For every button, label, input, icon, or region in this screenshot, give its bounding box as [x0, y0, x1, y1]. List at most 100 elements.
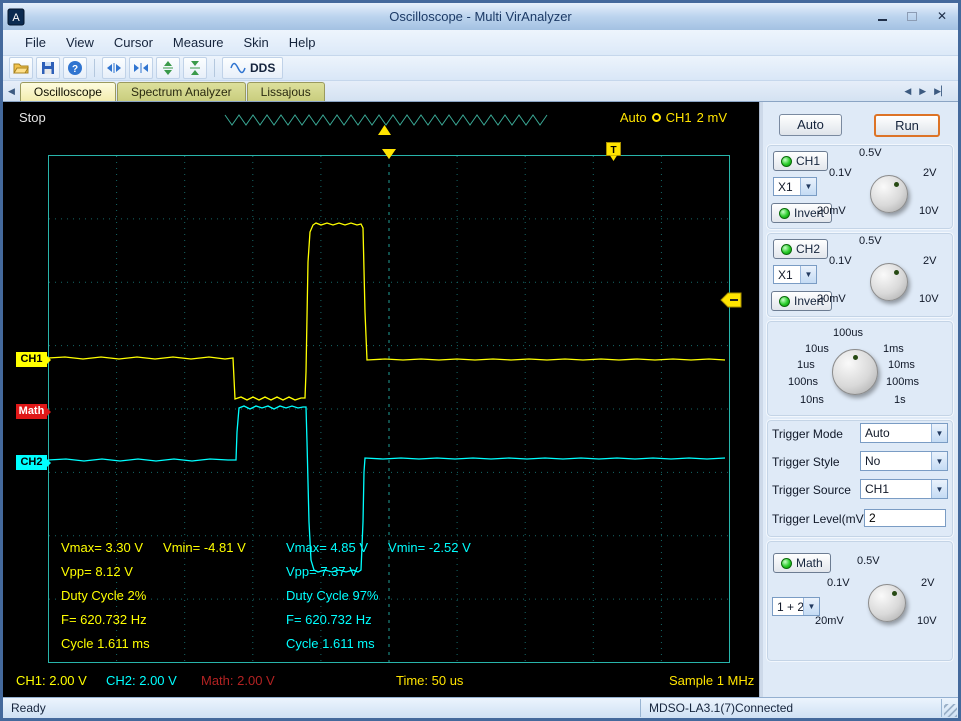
- time-label: 10ns: [800, 394, 824, 406]
- time-label: 100ms: [886, 376, 920, 388]
- h-expand-icon: [107, 63, 121, 73]
- ch1-volt-label: 20mV: [817, 205, 846, 217]
- app-window: A Oscilloscope - Multi VirAnalyzer ✕ Fil…: [0, 0, 961, 721]
- tab-spectrum-analyzer[interactable]: Spectrum Analyzer: [116, 82, 246, 101]
- math-volts-knob[interactable]: [868, 584, 906, 622]
- save-button[interactable]: [36, 57, 60, 79]
- ch2-vpp: Vpp= 7.37 V: [286, 564, 358, 579]
- maximize-button[interactable]: [900, 7, 924, 25]
- status-device: MDSO-LA3.1(7)Connected: [640, 699, 942, 717]
- timebase-knob[interactable]: [832, 349, 878, 395]
- time-label: 10ms: [888, 359, 915, 371]
- scope-footer: CH1: 2.00 V CH2: 2.00 V Math: 2.00 V Tim…: [3, 673, 759, 695]
- v-compress-button[interactable]: [183, 57, 207, 79]
- knob-indicator-icon: [892, 591, 897, 596]
- trigger-mode-label: Trigger Mode: [772, 427, 843, 441]
- resize-grip[interactable]: [944, 704, 957, 717]
- v-expand-icon: [163, 61, 173, 75]
- math-scale-readout: Math: 2.00 V: [201, 673, 275, 688]
- math-led-icon: [781, 557, 792, 569]
- sample-rate-readout: Sample 1 MHz: [669, 673, 755, 688]
- menu-view[interactable]: View: [56, 31, 104, 54]
- tab-nav-prev-icon[interactable]: ◀: [904, 86, 911, 97]
- ch1-cycle: Cycle 1.611 ms: [61, 636, 150, 651]
- ch1-trace: [47, 222, 726, 401]
- ch2-position-tag[interactable]: CH2: [16, 455, 47, 470]
- tabstrip: ◀ Oscilloscope Spectrum Analyzer Lissajo…: [3, 81, 958, 102]
- chevron-down-icon: ▼: [931, 424, 947, 442]
- ch1-led-icon: [781, 155, 792, 167]
- menubar: File View Cursor Measure Skin Help: [3, 30, 958, 56]
- close-button[interactable]: ✕: [930, 7, 954, 25]
- math-position-tag[interactable]: Math: [16, 404, 47, 419]
- run-button[interactable]: Run: [874, 114, 940, 137]
- tab-nav-next-icon[interactable]: ▶: [919, 86, 926, 97]
- ch1-volts-knob[interactable]: [870, 175, 908, 213]
- ch2-invert-led-icon: [779, 295, 790, 307]
- math-enable-button[interactable]: Math: [773, 553, 831, 573]
- ch1-vmin: Vmin= -4.81 V: [163, 540, 246, 555]
- ch2-scale-readout: CH2: 2.00 V: [106, 673, 177, 688]
- math-operation-select[interactable]: 1 + 2 ▼: [772, 597, 820, 616]
- ch2-group: CH2 X1 ▼ Invert 0.5V 0.1V 2V 20mV 10V: [766, 232, 954, 318]
- trigger-level-label: Trigger Level(mV): [772, 512, 868, 526]
- h-compress-button[interactable]: [129, 57, 153, 79]
- trigger-mode-select[interactable]: Auto ▼: [860, 423, 948, 443]
- dds-button[interactable]: DDS: [222, 57, 284, 79]
- ch1-invert-led-icon: [779, 207, 790, 219]
- ch1-enable-button[interactable]: CH1: [773, 151, 829, 171]
- time-label: 100us: [833, 327, 863, 339]
- menu-measure[interactable]: Measure: [163, 31, 234, 54]
- help-button[interactable]: ?: [63, 57, 87, 79]
- ch1-vpp: Vpp= 8.12 V: [61, 564, 133, 579]
- ch2-enable-button[interactable]: CH2: [773, 239, 829, 259]
- main-area: Stop Auto CH1 2 mV T CH1 Math CH2 Vmax= …: [3, 102, 958, 697]
- trigger-source-select[interactable]: CH1 ▼: [860, 479, 948, 499]
- control-panel: Auto Run CH1 X1 ▼ Invert 0.5V 0.1V 2V 20…: [763, 102, 958, 697]
- help-icon: ?: [68, 61, 82, 75]
- scope-display: Stop Auto CH1 2 mV T CH1 Math CH2 Vmax= …: [3, 102, 759, 697]
- menu-skin[interactable]: Skin: [234, 31, 279, 54]
- trigger-position-marker-icon[interactable]: [382, 149, 396, 159]
- preview-trigger-marker-icon[interactable]: [378, 125, 391, 135]
- tab-scroll-left-icon[interactable]: ◀: [3, 86, 20, 101]
- open-button[interactable]: [9, 57, 33, 79]
- ch1-gain-select[interactable]: X1 ▼: [773, 177, 817, 196]
- chevron-down-icon: ▼: [931, 480, 947, 498]
- tab-lissajous[interactable]: Lissajous: [246, 82, 325, 101]
- ch2-vmax: Vmax= 4.85 V: [286, 540, 369, 555]
- ch1-vmax: Vmax= 3.30 V: [61, 540, 144, 555]
- trigger-style-label: Trigger Style: [772, 455, 840, 469]
- ch2-volt-label: 0.1V: [829, 255, 852, 267]
- v-expand-button[interactable]: [156, 57, 180, 79]
- ch2-volts-knob[interactable]: [870, 263, 908, 301]
- toolbar-separator: [94, 59, 95, 77]
- math-group: Math 0.5V 0.1V 2V 20mV 10V 1 + 2 ▼: [766, 540, 954, 662]
- trigger-flag-label: T: [610, 145, 616, 156]
- trigger-level-marker-icon[interactable]: [720, 292, 742, 308]
- ch2-volt-label: 2V: [923, 255, 937, 267]
- timebase-readout: Time: 50 us: [396, 673, 464, 688]
- trigger-level-input[interactable]: [864, 509, 946, 527]
- menu-help[interactable]: Help: [279, 31, 326, 54]
- auto-button[interactable]: Auto: [779, 114, 842, 136]
- tab-oscilloscope[interactable]: Oscilloscope: [19, 82, 116, 101]
- ch2-volt-label: 0.5V: [859, 235, 882, 247]
- ch1-button-label: CH1: [796, 154, 821, 168]
- trigger-style-select[interactable]: No ▼: [860, 451, 948, 471]
- minimize-button[interactable]: [870, 7, 894, 25]
- ch2-gain-select[interactable]: X1 ▼: [773, 265, 817, 284]
- menu-cursor[interactable]: Cursor: [104, 31, 163, 54]
- h-expand-button[interactable]: [102, 57, 126, 79]
- math-volt-label: 10V: [917, 615, 937, 627]
- tab-nav-last-icon[interactable]: ▶▏: [934, 86, 948, 97]
- ch2-volt-label: 20mV: [817, 293, 846, 305]
- time-label: 10us: [805, 343, 829, 355]
- ch1-position-tag[interactable]: CH1: [16, 352, 47, 367]
- open-folder-icon: [13, 63, 29, 74]
- h-compress-icon: [134, 63, 148, 73]
- trigger-time-flag[interactable]: T: [606, 142, 621, 162]
- math-volt-label: 0.5V: [857, 555, 880, 567]
- menu-file[interactable]: File: [15, 31, 56, 54]
- time-label: 100ns: [788, 376, 818, 388]
